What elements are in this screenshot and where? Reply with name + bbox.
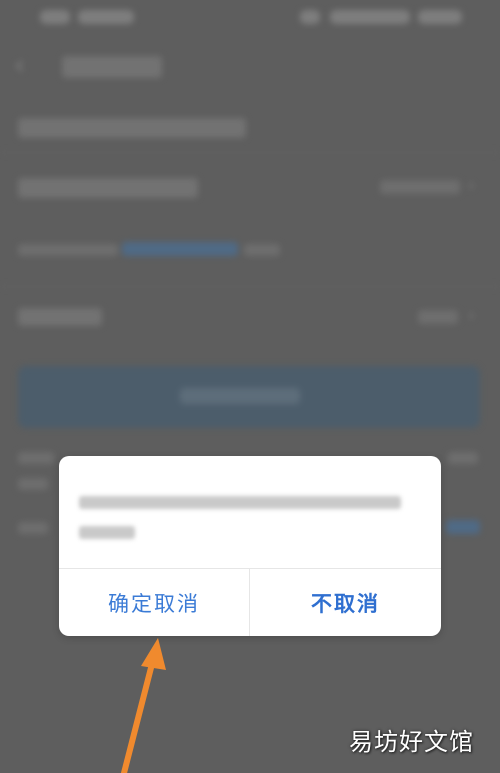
- subscription-date: [380, 180, 460, 194]
- divider: [0, 286, 500, 287]
- agreement-link[interactable]: [122, 242, 238, 256]
- chevron-right-icon: ›: [468, 305, 476, 326]
- clock: [418, 10, 462, 24]
- confirm-dialog: 确定取消 不取消: [59, 456, 441, 636]
- alarm-icon: [300, 10, 320, 24]
- dialog-message: [79, 484, 419, 554]
- back-arrow-icon[interactable]: ‹: [14, 50, 38, 80]
- chevron-right-icon: ›: [468, 175, 476, 196]
- watermark: 易坊好文馆: [349, 728, 474, 756]
- payment-method-value: [418, 310, 458, 324]
- keep-subscription-button[interactable]: 不取消: [250, 569, 441, 636]
- page-title: [62, 56, 162, 78]
- section-heading: [18, 118, 246, 138]
- confirm-cancel-button[interactable]: 确定取消: [59, 569, 249, 636]
- subscription-name: [18, 178, 198, 198]
- footnote-text: [18, 478, 48, 490]
- status-icons: [330, 10, 410, 24]
- footnote-link[interactable]: [446, 520, 480, 534]
- footnote-text: [18, 452, 54, 464]
- background-page: ‹ › ›: [0, 0, 500, 773]
- info-text-tail: [244, 244, 280, 256]
- cancel-subscription-label: [180, 388, 300, 404]
- footnote-text: [18, 522, 48, 534]
- footnote-text: [448, 452, 478, 464]
- divider: [0, 152, 500, 153]
- payment-method-label: [18, 308, 102, 326]
- status-bar: [0, 0, 500, 34]
- info-text: [18, 244, 118, 256]
- carrier-indicator: [78, 10, 134, 24]
- signal-icon: [40, 10, 70, 24]
